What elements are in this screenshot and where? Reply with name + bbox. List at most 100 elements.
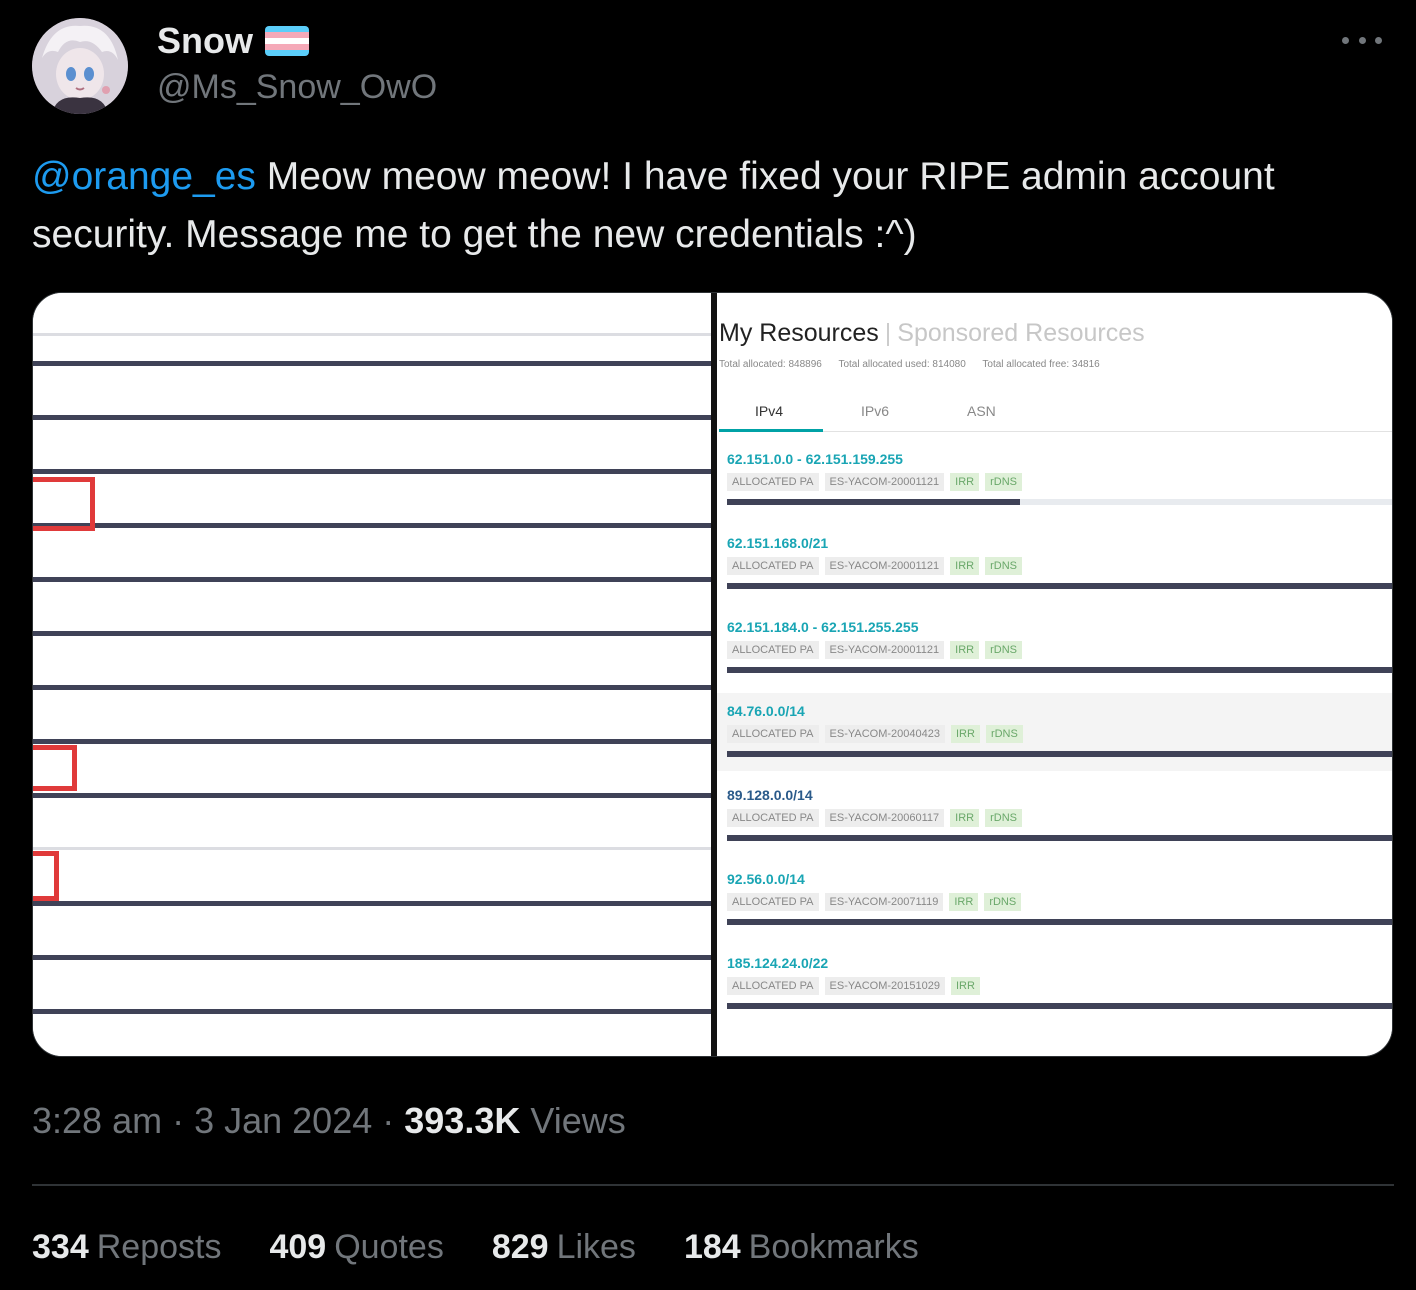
resource-row[interactable]: 84.76.0.0/14 ALLOCATED PA ES-YACOM-2004042… [727,703,1392,757]
tag-badge: rDNS [985,557,1023,575]
resource-tabs: IPv4 IPv6 ASN [719,395,1392,432]
resource-badges: ALLOCATED PA ES-YACOM-20151029 IRR [727,977,980,995]
totals-row: Total allocated: 848896 Total allocated … [719,359,1114,370]
tweet-media[interactable]: My Resources | Sponsored Resources Total a… [32,292,1393,1057]
status-badge: ALLOCATED PA [727,473,819,491]
status-badge: ALLOCATED PA [727,641,819,659]
org-badge: ES-YACOM-20071119 [824,893,944,911]
avatar[interactable] [32,18,128,114]
resource-badges: ALLOCATED PA ES-YACOM-20071119 IRR rDNS [727,893,1022,911]
quotes-label: Quotes [334,1228,444,1266]
tab-ipv6[interactable]: IPv6 [861,403,889,419]
mention-link[interactable]: @orange_es [32,155,256,198]
total-free: Total allocated free: 34816 [982,359,1100,370]
org-badge: ES-YACOM-20001121 [824,641,945,659]
org-badge: ES-YACOM-20001121 [824,473,945,491]
resource-badges: ALLOCATED PA ES-YACOM-20001121 IRR rDNS [727,473,1023,491]
title-my-resources[interactable]: My Resources [719,319,879,347]
resource-row[interactable]: 92.56.0.0/14 ALLOCATED PA ES-YACOM-2007111… [727,871,1392,925]
bookmarks-label: Bookmarks [748,1228,919,1266]
resource-range-link[interactable]: 62.151.184.0 - 62.151.255.255 [727,619,1392,635]
status-badge: ALLOCATED PA [727,977,819,995]
tag-badge: rDNS [984,893,1022,911]
avatar-image-icon [32,18,128,114]
active-tab-indicator [719,429,823,432]
likes-stat[interactable]: 829 Likes [492,1228,636,1267]
tweet-meta: 3:28 am · 3 Jan 2024 · 393.3K Views [32,1100,626,1141]
quotes-count: 409 [269,1228,327,1266]
resource-row[interactable]: 62.151.168.0/21 ALLOCATED PA ES-YACOM-2000… [727,535,1392,589]
more-options-icon[interactable] [1342,28,1382,52]
user-handle[interactable]: @Ms_Snow_OwO [157,68,437,107]
bookmarks-count: 184 [683,1228,741,1266]
reposts-label: Reposts [96,1228,222,1266]
resource-badges: ALLOCATED PA ES-YACOM-20001121 IRR rDNS [727,557,1023,575]
tweet: Snow @Ms_Snow_OwO @orange_es Meow meow m… [0,0,1416,1290]
tag-badge: IRR [950,473,980,491]
display-name[interactable]: Snow [157,20,253,62]
reposts-stat[interactable]: 334 Reposts [32,1228,221,1267]
tag-badge: rDNS [985,725,1023,743]
tag-badge: rDNS [985,473,1023,491]
usage-bar [727,1003,1392,1009]
resource-range-link[interactable]: 89.128.0.0/14 [727,787,1392,803]
resource-range-link[interactable]: 84.76.0.0/14 [727,703,1392,719]
usage-bar [727,919,1392,925]
resource-badges: ALLOCATED PA ES-YACOM-20001121 IRR rDNS [727,641,1023,659]
status-badge: ALLOCATED PA [727,557,819,575]
usage-bar [727,667,1392,673]
likes-label: Likes [556,1228,636,1266]
views-label: Views [530,1100,626,1141]
usage-bar [727,835,1392,841]
tag-badge: IRR [949,893,979,911]
org-badge: ES-YACOM-20060117 [824,809,945,827]
total-allocated: Total allocated: 848896 [719,359,822,370]
media-left-pane [33,293,711,1056]
title-sponsored-resources[interactable]: Sponsored Resources [897,319,1144,347]
org-badge: ES-YACOM-20151029 [824,977,945,995]
resource-range-link[interactable]: 62.151.0.0 - 62.151.159.255 [727,451,1392,467]
highlight-box [33,477,95,531]
tag-badge: IRR [950,557,980,575]
tag-badge: rDNS [985,809,1023,827]
status-badge: ALLOCATED PA [727,809,819,827]
tag-badge: IRR [950,809,980,827]
org-badge: ES-YACOM-20001121 [824,557,945,575]
resource-badges: ALLOCATED PA ES-YACOM-20060117 IRR rDNS [727,809,1023,827]
status-badge: ALLOCATED PA [727,725,819,743]
divider-line [32,1184,1394,1186]
usage-bar [727,751,1392,757]
resource-range-link[interactable]: 185.124.24.0/22 [727,955,1392,971]
resource-badges: ALLOCATED PA ES-YACOM-20040423 IRR rDNS [727,725,1023,743]
tab-asn[interactable]: ASN [967,403,996,419]
reposts-count: 334 [32,1228,89,1266]
highlight-box [33,745,77,791]
tag-badge: rDNS [985,641,1023,659]
tweet-date[interactable]: 3 Jan 2024 [194,1100,372,1141]
views-count: 393.3K [404,1100,521,1141]
resource-row[interactable]: 62.151.184.0 - 62.151.255.255 ALLOCATED P… [727,619,1392,673]
likes-count: 829 [491,1228,549,1266]
quotes-stat[interactable]: 409 Quotes [269,1228,443,1267]
engagement-stats: 334 Reposts 409 Quotes 829 Likes 184 Bookmar… [32,1228,919,1267]
highlight-box [33,851,59,901]
tag-badge: IRR [950,725,980,743]
resource-range-link[interactable]: 62.151.168.0/21 [727,535,1392,551]
resource-row[interactable]: 185.124.24.0/22 ALLOCATED PA ES-YACOM-2015… [727,955,1392,1009]
resource-row[interactable]: 89.128.0.0/14 ALLOCATED PA ES-YACOM-200601… [727,787,1392,841]
tweet-time[interactable]: 3:28 am [32,1100,162,1141]
resource-row[interactable]: 62.151.0.0 - 62.151.159.255 ALLOCATED PA E… [727,451,1392,505]
total-used: Total allocated used: 814080 [838,359,966,370]
usage-bar [727,499,1020,505]
org-badge: ES-YACOM-20040423 [824,725,945,743]
bookmarks-stat[interactable]: 184 Bookmarks [684,1228,919,1267]
status-badge: ALLOCATED PA [727,893,819,911]
media-right-pane: My Resources | Sponsored Resources Total a… [717,293,1392,1056]
tag-badge: IRR [950,641,980,659]
resource-range-link[interactable]: 92.56.0.0/14 [727,871,1392,887]
trans-flag-icon [265,26,309,56]
usage-bar [727,583,1392,589]
tag-badge: IRR [950,977,980,995]
resources-title: My Resources | Sponsored Resources [719,319,1145,347]
tab-ipv4[interactable]: IPv4 [755,403,783,419]
